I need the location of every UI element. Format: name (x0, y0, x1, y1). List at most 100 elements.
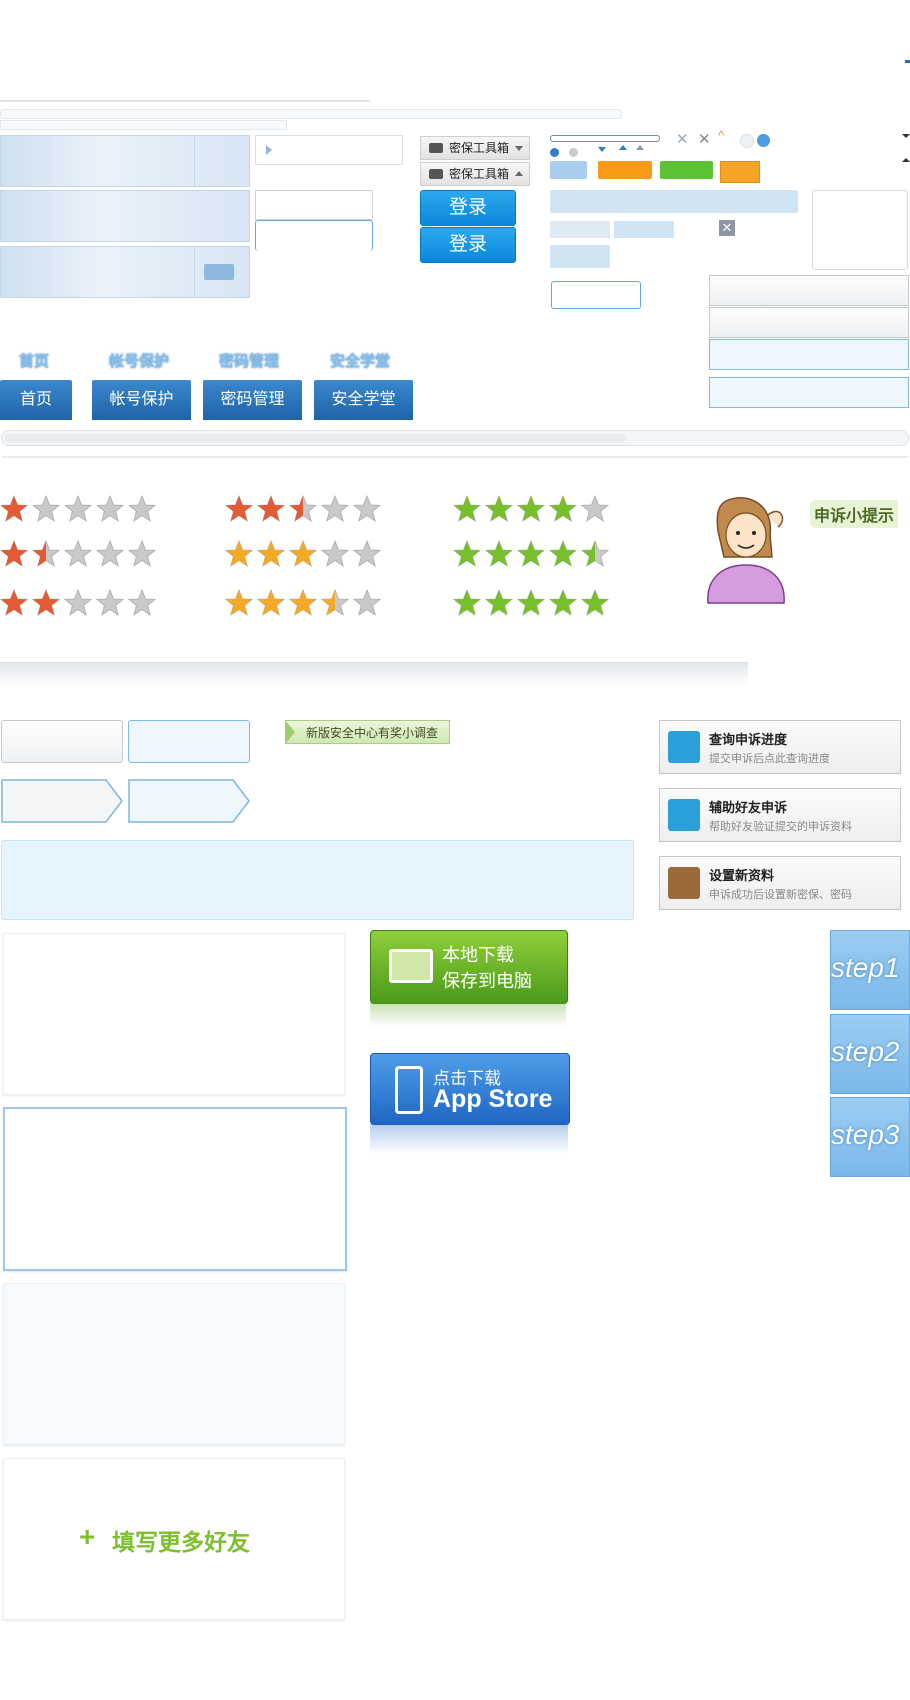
nav-ghost-home: 首页 (19, 353, 50, 370)
star-icon (289, 540, 317, 567)
arrow-button-blue[interactable] (127, 778, 253, 824)
empty-card-3 (3, 1283, 345, 1445)
card-title: 查询申诉进度 (709, 732, 788, 747)
step-2[interactable]: step2 (830, 1014, 910, 1094)
star-icon (453, 589, 481, 616)
star-icon (0, 495, 28, 522)
login-button-b[interactable]: 登录 (420, 227, 516, 263)
local-line1: 本地下载 (442, 945, 514, 965)
nav-ghost-school: 安全学堂 (330, 353, 391, 370)
radio-filled-icon[interactable] (757, 134, 770, 147)
star-icon (257, 495, 285, 522)
star-icon (128, 495, 156, 522)
bubble-orange-b (720, 161, 760, 183)
panel-a-divider (194, 136, 195, 186)
tab-password[interactable]: 密码管理 (203, 380, 302, 420)
tip-label[interactable]: 申诉小提示 (810, 500, 899, 528)
star-icon (353, 589, 381, 616)
card-progress[interactable]: 查询申诉进度 提交申诉后点此查询进度 (659, 720, 901, 774)
bubble-orange (598, 161, 652, 179)
bubble-green (660, 161, 713, 179)
card-help-friend[interactable]: 辅助好友申诉 帮助好友验证提交的申诉资料 (659, 788, 901, 842)
bar-blue-c (550, 245, 610, 268)
text-input-focused[interactable] (255, 220, 373, 251)
chevron-up-icon[interactable]: ^ (718, 128, 724, 143)
progress-fill (4, 434, 626, 442)
field-row-3[interactable] (709, 339, 909, 370)
monitor-icon (389, 949, 433, 983)
appstore-download-button[interactable]: 点击下载 App Store (370, 1053, 570, 1125)
star-icon (0, 540, 28, 567)
small-input[interactable] (551, 281, 641, 309)
appstore-reflection (370, 1124, 568, 1154)
star-icon (581, 540, 609, 567)
radio-empty-icon[interactable] (740, 134, 754, 148)
card-subtitle: 申诉成功后设置新密保、密码 (709, 889, 852, 901)
close-icon-dark[interactable]: ✕ (698, 130, 711, 148)
top-divider (0, 100, 370, 102)
bar-grey-a (550, 221, 610, 238)
card-subtitle: 提交申诉后点此查询进度 (709, 753, 830, 765)
tab-account[interactable]: 帐号保护 (92, 380, 191, 420)
star-icon (128, 589, 156, 616)
close-icon[interactable]: ✕ (676, 130, 689, 148)
star-icon (549, 540, 577, 567)
caret-up-icon (619, 145, 627, 150)
toolbox-dropdown-a[interactable]: 密保工具箱 (420, 136, 530, 160)
text-input[interactable] (255, 190, 373, 220)
toolbox-label-a: 密保工具箱 (449, 141, 510, 155)
survey-ribbon[interactable]: 新版安全中心有奖小调查 (285, 720, 450, 744)
local-download-button[interactable]: 本地下载 保存到电脑 (370, 930, 568, 1004)
chevron-down-icon (515, 146, 523, 151)
card-new-info[interactable]: 设置新资料 申诉成功后设置新密保、密码 (659, 856, 901, 910)
empty-card-focused[interactable] (3, 1107, 347, 1271)
star-icon (353, 495, 381, 522)
rating-area (0, 495, 620, 635)
plain-button-blue[interactable] (128, 720, 250, 763)
field-row-1[interactable] (709, 275, 909, 306)
panel-a (0, 135, 250, 187)
tab-school[interactable]: 安全学堂 (314, 380, 413, 420)
notepad-icon (668, 867, 700, 899)
field-row-4[interactable] (709, 377, 909, 408)
arrow-button[interactable] (0, 778, 126, 824)
edge-caret-up-icon (902, 158, 910, 162)
star-icon (32, 495, 60, 522)
star-icon (321, 495, 349, 522)
star-icon (225, 540, 253, 567)
panel-c (0, 246, 250, 298)
tab-home[interactable]: 首页 (0, 380, 72, 420)
panel-c-chip[interactable] (204, 264, 234, 280)
caret-right-icon (266, 145, 272, 155)
field-row-2[interactable] (709, 307, 909, 338)
panel-b (0, 190, 250, 242)
caret-up-grey-icon (636, 145, 644, 150)
toolbox-dropdown-b[interactable]: 密保工具箱 (420, 162, 530, 186)
slider-track[interactable] (550, 135, 660, 142)
star-icon (257, 589, 285, 616)
step-1[interactable]: step1 (830, 930, 910, 1010)
star-icon (549, 589, 577, 616)
card-title: 设置新资料 (709, 868, 775, 883)
select-input[interactable] (255, 135, 403, 165)
star-icon (581, 495, 609, 522)
add-friend-label: 填写更多好友 (112, 1529, 250, 1555)
progress-underline (2, 456, 908, 458)
briefcase-icon (429, 143, 443, 153)
star-icon (225, 589, 253, 616)
empty-card-1 (3, 933, 345, 1095)
plain-button[interactable] (1, 720, 123, 763)
progress-icon (668, 731, 700, 763)
login-button-a[interactable]: 登录 (420, 190, 516, 226)
add-friend-card[interactable]: + 填写更多好友 (3, 1458, 345, 1620)
star-icon (517, 589, 545, 616)
card-subtitle: 帮助好友验证提交的申诉资料 (709, 821, 852, 833)
local-download-reflection (370, 1003, 566, 1027)
star-icon (517, 540, 545, 567)
close-square-icon[interactable]: ✕ (719, 220, 735, 236)
plus-icon: + (79, 1521, 96, 1552)
step-3[interactable]: step3 (830, 1097, 910, 1177)
star-icon (321, 540, 349, 567)
star-icon (96, 495, 124, 522)
star-icon (257, 540, 285, 567)
